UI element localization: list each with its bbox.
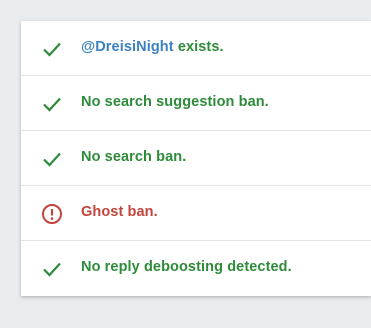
result-row-search-ban: No search ban. — [21, 131, 371, 186]
result-row-search-suggestion: No search suggestion ban. — [21, 76, 371, 131]
result-row-exists: @DreisiNight exists. — [21, 21, 371, 76]
result-row-ghost-ban: Ghost ban. — [21, 186, 371, 241]
result-label: No search suggestion ban. — [81, 94, 269, 110]
results-card: @DreisiNight exists. No search suggestio… — [21, 21, 371, 296]
result-row-reply-deboosting: No reply deboosting detected. — [21, 241, 371, 296]
result-label: No search ban. — [81, 149, 187, 165]
result-text: exists. — [173, 39, 224, 55]
result-label: No reply deboosting detected. — [81, 259, 292, 275]
check-icon — [41, 93, 63, 115]
result-label: Ghost ban. — [81, 204, 158, 220]
check-icon — [41, 148, 63, 170]
alert-circle-icon — [41, 203, 63, 225]
check-icon — [41, 38, 63, 60]
check-icon — [41, 258, 63, 280]
username-link[interactable]: @DreisiNight — [81, 39, 174, 55]
result-label: @DreisiNight exists. — [81, 21, 224, 76]
